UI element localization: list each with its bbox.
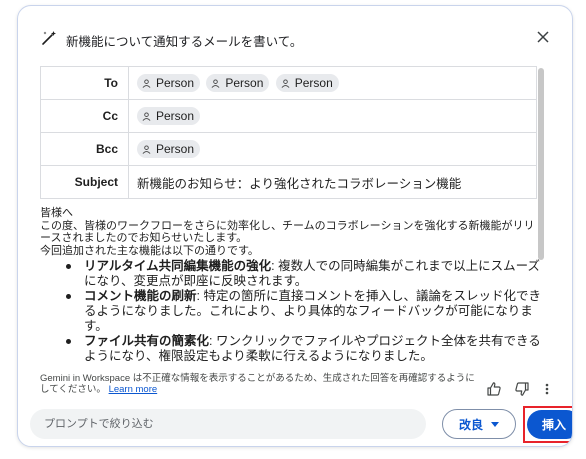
more-options-button[interactable] <box>536 378 558 400</box>
thumbs-up-button[interactable] <box>483 378 505 400</box>
recipient-chip[interactable]: Person <box>137 107 201 125</box>
feature-title: ファイル共有の簡素化 <box>84 334 210 348</box>
insert-button[interactable]: 挿入 <box>527 410 572 439</box>
person-icon <box>281 78 290 88</box>
bcc-label: Bcc <box>40 132 129 166</box>
dialog-header: 新機能について通知するメールを書いて。 <box>18 6 572 62</box>
thumbs-down-icon <box>515 382 529 396</box>
subject-value[interactable]: 新機能のお知らせ：より強化されたコラボレーション機能 <box>128 165 537 199</box>
magic-wand-icon <box>42 31 56 45</box>
close-button[interactable] <box>532 26 554 48</box>
cc-value[interactable]: Person <box>128 99 537 133</box>
cc-row: Cc Person <box>40 99 537 133</box>
person-icon <box>211 78 220 88</box>
recipient-chip[interactable]: Person <box>206 74 270 92</box>
subject-row: Subject 新機能のお知らせ：より強化されたコラボレーション機能 <box>40 165 537 199</box>
recipient-name: Person <box>156 109 195 123</box>
list-item: リアルタイム共同編集機能の強化: 複数人での同時編集がこれまで以上にスムーズにな… <box>66 259 545 289</box>
feature-list: リアルタイム共同編集機能の強化: 複数人での同時編集がこれまで以上にスムーズにな… <box>66 259 545 362</box>
person-icon <box>142 111 151 121</box>
body-lead: 今回追加された主な機能は以下の通りです。 <box>40 244 259 257</box>
to-value[interactable]: Person Person Person <box>128 66 537 100</box>
draft-content[interactable]: To Person Person Person Cc Person Bcc Pe… <box>40 66 553 362</box>
recipient-name: Person <box>225 76 264 90</box>
chevron-down-icon <box>491 421 499 427</box>
close-icon <box>537 31 549 43</box>
body-intro: この度、皆様のワークフローをさらに効率化し、チームのコラボレーションを強化する新… <box>40 219 535 245</box>
feature-title: リアルタイム共同編集機能の強化 <box>84 259 272 273</box>
cc-label: Cc <box>40 99 129 133</box>
learn-more-link[interactable]: Learn more <box>109 384 158 395</box>
feature-title: コメント機能の刷新 <box>84 289 197 303</box>
to-row: To Person Person Person <box>40 66 537 100</box>
more-vert-icon <box>545 383 549 395</box>
to-label: To <box>40 66 129 100</box>
recipient-name: Person <box>294 76 333 90</box>
subject-label: Subject <box>40 165 129 199</box>
person-icon <box>142 144 151 154</box>
thumbs-up-icon <box>487 382 501 396</box>
help-me-write-dialog: 新機能について通知するメールを書いて。 To Person Person Per… <box>17 5 573 447</box>
recipient-chip[interactable]: Person <box>137 140 201 158</box>
thumbs-down-button[interactable] <box>511 378 533 400</box>
recipient-name: Person <box>156 76 195 90</box>
recipient-fields-table: To Person Person Person Cc Person Bcc Pe… <box>40 66 537 199</box>
subject-text: 新機能のお知らせ：より強化されたコラボレーション機能 <box>137 176 462 191</box>
person-icon <box>142 78 151 88</box>
scrollbar[interactable] <box>538 68 544 260</box>
list-item: コメント機能の刷新: 特定の箇所に直接コメントを挿入し、議論をスレッド化できるよ… <box>66 289 545 334</box>
list-item: ファイル共有の簡素化: ワンクリックでファイルやプロジェクト全体を共有できるよう… <box>66 334 545 362</box>
recipient-chip[interactable]: Person <box>275 74 339 92</box>
disclaimer-text: Gemini in Workspace は不正確な情報を表示することがあるため、… <box>40 373 480 395</box>
body-greeting: 皆様へ <box>40 207 73 219</box>
bcc-value[interactable]: Person <box>128 132 537 166</box>
refine-label: 改良 <box>458 417 483 432</box>
prompt-title: 新機能について通知するメールを書いて。 <box>66 35 303 49</box>
disclaimer-body: Gemini in Workspace は不正確な情報を表示することがあるため、… <box>40 373 475 395</box>
refine-prompt-input[interactable] <box>30 409 426 439</box>
email-body[interactable]: 皆様へ この度、皆様のワークフローをさらに効率化し、チームのコラボレーションを強… <box>40 199 545 362</box>
recipient-chip[interactable]: Person <box>137 74 201 92</box>
recipient-name: Person <box>156 142 195 156</box>
refine-dropdown-button[interactable]: 改良 <box>442 409 516 439</box>
bcc-row: Bcc Person <box>40 132 537 166</box>
